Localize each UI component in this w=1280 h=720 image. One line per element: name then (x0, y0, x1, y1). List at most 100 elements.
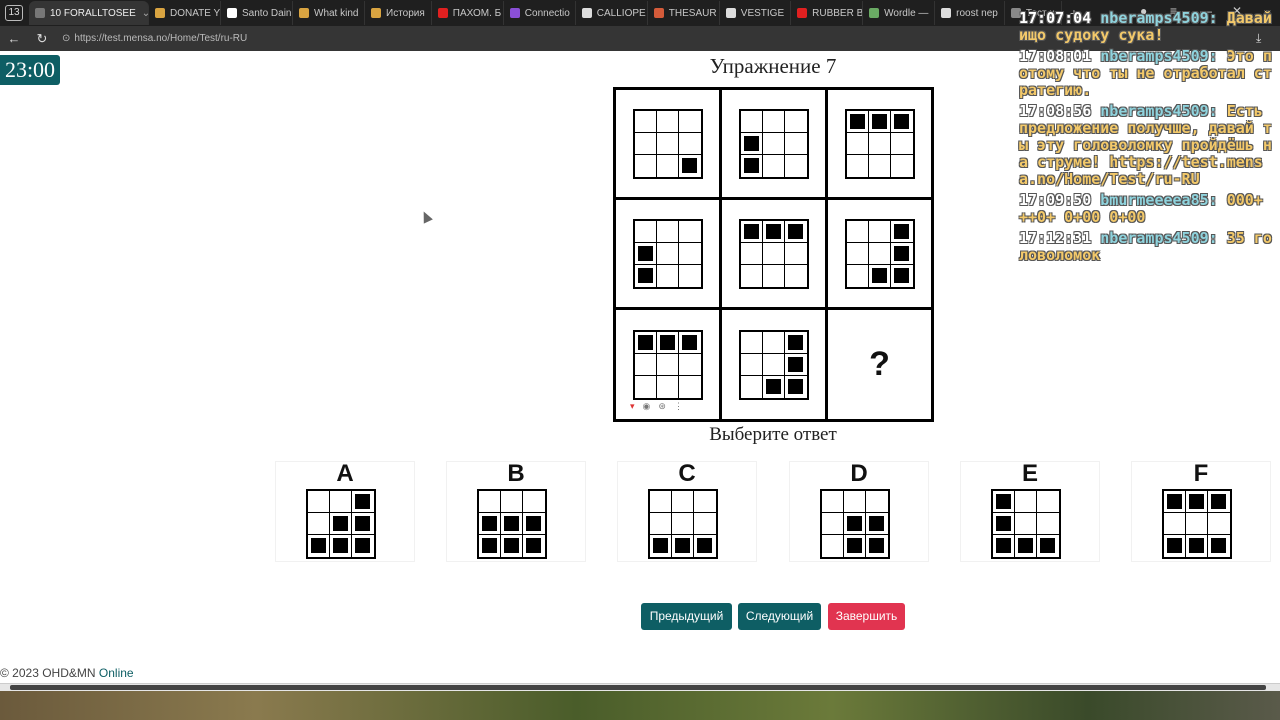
empty-square (762, 331, 785, 354)
image-overlay-toolbar[interactable]: ▾ ◉ ⊛ ⋮ (626, 400, 687, 413)
answer-letter: C (678, 460, 696, 487)
browser-tab[interactable]: THESAUR (648, 1, 720, 25)
pattern-grid (632, 108, 703, 179)
empty-square (679, 265, 701, 287)
empty-square (741, 375, 763, 398)
tab-strip: 10 FORALLTOSEE ⌄ DONATE Y Santo Dain What ki… (29, 1, 1062, 25)
back-icon[interactable]: ← (0, 31, 28, 46)
browser-tab[interactable]: RUBBER B (791, 1, 864, 25)
empty-square (678, 111, 701, 133)
answer-option-a[interactable]: A (275, 460, 415, 562)
pin-icon[interactable]: ▾ (630, 401, 635, 412)
browser-tab[interactable]: 10 FORALLTOSEE ⌄ (29, 1, 149, 25)
empty-square (308, 513, 330, 535)
empty-square (308, 491, 330, 513)
footer-online-link[interactable]: Online (99, 666, 134, 680)
answer-option-f[interactable]: F (1131, 460, 1271, 562)
mouse-cursor-icon (419, 209, 433, 224)
answer-option-c[interactable]: C (617, 460, 757, 562)
url-field[interactable]: https://test.mensa.no/Home/Test/ru-RU (74, 33, 247, 44)
filled-square (1015, 535, 1037, 557)
empty-square (822, 513, 844, 535)
matrix-cell (722, 310, 828, 419)
filled-square (352, 535, 374, 557)
answer-option-b[interactable]: B (446, 460, 586, 562)
filled-square (741, 154, 763, 177)
filled-square (784, 332, 807, 354)
puzzle-matrix: ▾ ◉ ⊛ ⋮? (613, 87, 934, 422)
tab-favicon-icon (155, 8, 165, 18)
empty-square (657, 154, 679, 177)
more-icon[interactable]: ⋮ (674, 401, 683, 412)
tab-group-chevron-icon[interactable]: ⌄ (142, 8, 148, 19)
browser-tab[interactable]: VESTIGE (720, 1, 792, 25)
browser-tab[interactable]: История (365, 1, 432, 25)
filled-square (866, 513, 888, 535)
filled-square (1186, 535, 1208, 557)
empty-square (740, 110, 763, 133)
matrix-cell (828, 200, 931, 310)
filled-square (866, 535, 888, 557)
empty-square (657, 375, 679, 398)
empty-square (1015, 491, 1037, 513)
filled-square (890, 111, 913, 133)
tab-label: roost nep (956, 7, 998, 19)
browser-tab[interactable]: DONATE Y (149, 1, 221, 25)
browser-tab[interactable]: What kind (293, 1, 365, 25)
empty-square (846, 220, 869, 243)
browser-tab[interactable]: Wordle — (863, 1, 936, 25)
filled-square (523, 535, 545, 557)
filled-square (634, 242, 657, 265)
tab-favicon-icon (653, 8, 664, 18)
browser-tab[interactable]: Santo Dain (221, 1, 293, 25)
filled-square (635, 264, 657, 287)
matrix-cell: ▾ ◉ ⊛ ⋮ (616, 310, 722, 419)
matrix-cell (722, 200, 828, 310)
empty-square (479, 491, 501, 513)
filled-square (784, 354, 807, 376)
filled-square (678, 332, 701, 354)
tab-label: ПАХОМ. Б (452, 7, 502, 19)
scrollbar-thumb[interactable] (10, 685, 1266, 690)
empty-square (847, 154, 869, 177)
browser-tab[interactable]: CALLIOPE (576, 1, 648, 25)
empty-square (762, 132, 785, 155)
filled-square (634, 331, 657, 354)
eye-icon[interactable]: ◉ (643, 401, 651, 412)
pattern-grid (844, 108, 915, 179)
site-info-icon[interactable]: ⊙ (62, 33, 70, 44)
horizontal-scrollbar[interactable] (0, 683, 1280, 691)
empty-square (762, 242, 785, 265)
browser-tab[interactable]: ПАХОМ. Б (432, 1, 504, 25)
filled-square (679, 155, 701, 177)
filled-square (1164, 491, 1186, 513)
answer-option-e[interactable]: E (960, 460, 1100, 562)
chat-message: 17:08:01 nberamps4509: Это потому что ты… (1019, 47, 1272, 99)
pattern-grid (844, 218, 915, 289)
stream-chat-overlay: 17:07:04 nberamps4509: Давай ищо судоку … (1019, 10, 1277, 268)
tab-label: What kind (314, 7, 359, 19)
finish-button[interactable]: Завершить (828, 603, 905, 630)
lens-icon[interactable]: ⊛ (658, 401, 666, 412)
chat-timestamp: 17:08:56 (1019, 102, 1092, 120)
browser-tab[interactable]: roost nep (935, 1, 1005, 25)
next-button[interactable]: Следующий (738, 603, 821, 630)
filled-square (501, 535, 523, 557)
empty-square (634, 353, 657, 376)
empty-square (740, 353, 763, 376)
empty-square (846, 242, 869, 265)
empty-square (635, 375, 657, 398)
empty-square (694, 491, 716, 513)
answer-letter: B (507, 460, 525, 487)
tab-count-badge[interactable]: 13 (5, 5, 23, 21)
previous-button[interactable]: Предыдущий (641, 603, 732, 630)
reload-icon[interactable]: ↻ (28, 31, 56, 47)
tab-label: THESAUR (668, 7, 717, 19)
browser-tab[interactable]: Connectio (504, 1, 576, 25)
matrix-cell: ? (828, 310, 931, 419)
timer: 23:00 (0, 55, 60, 85)
answer-option-d[interactable]: D (789, 460, 929, 562)
empty-square (763, 154, 785, 177)
chat-username: nberamps4509 (1100, 229, 1209, 247)
empty-square (656, 132, 679, 155)
